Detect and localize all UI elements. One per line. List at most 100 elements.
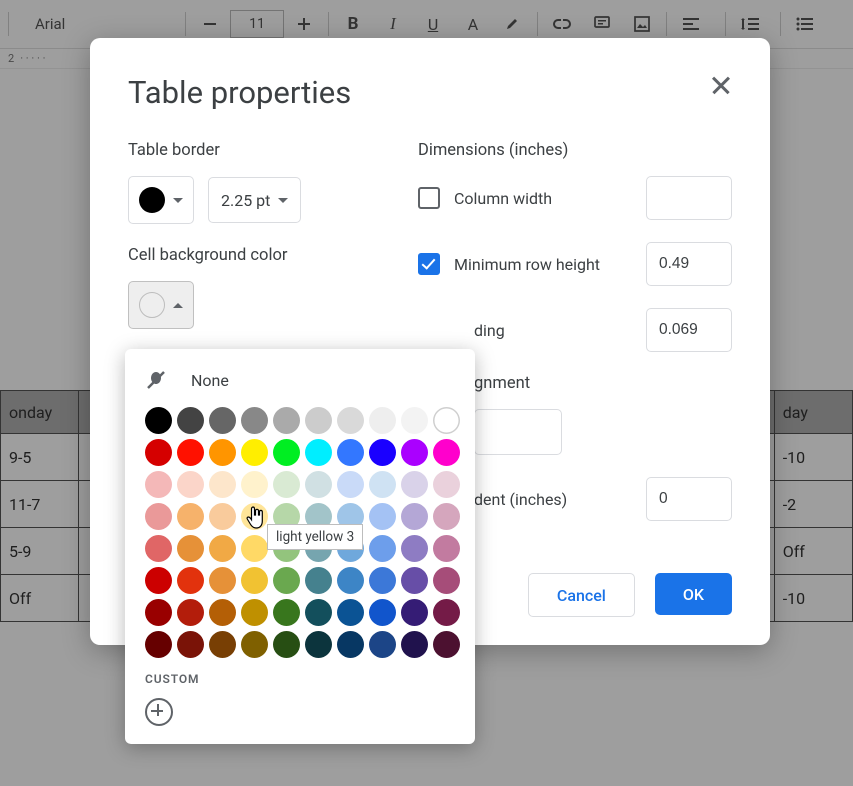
color-swatch[interactable]	[305, 439, 332, 466]
color-swatch[interactable]	[369, 599, 396, 626]
close-icon[interactable]	[708, 72, 736, 100]
color-swatch[interactable]	[401, 599, 428, 626]
color-swatch[interactable]	[369, 439, 396, 466]
color-swatch[interactable]	[433, 439, 460, 466]
cell-bg-color-dropdown[interactable]	[128, 281, 194, 329]
color-swatch[interactable]	[209, 535, 236, 562]
cancel-button[interactable]: Cancel	[528, 573, 635, 617]
cell-bg-swatch	[139, 292, 165, 318]
dialog-title: Table properties	[128, 74, 732, 111]
color-swatch[interactable]	[401, 439, 428, 466]
cursor-icon	[245, 504, 265, 528]
color-tooltip: light yellow 3	[267, 524, 363, 550]
color-swatch[interactable]	[209, 407, 236, 434]
color-swatch[interactable]	[401, 535, 428, 562]
color-swatch[interactable]	[177, 535, 204, 562]
color-swatch[interactable]	[241, 535, 268, 562]
color-swatch[interactable]	[401, 631, 428, 658]
color-swatch[interactable]	[145, 471, 172, 498]
table-border-label: Table border	[128, 141, 378, 160]
color-swatch[interactable]	[433, 567, 460, 594]
color-swatch[interactable]	[337, 599, 364, 626]
color-swatch[interactable]	[369, 567, 396, 594]
color-swatch[interactable]	[177, 599, 204, 626]
color-swatch[interactable]	[337, 407, 364, 434]
add-custom-color-icon[interactable]	[145, 698, 173, 726]
color-swatch[interactable]	[177, 407, 204, 434]
cell-padding-field[interactable]	[646, 308, 732, 352]
color-swatch[interactable]	[209, 599, 236, 626]
color-swatch[interactable]	[401, 503, 428, 530]
color-swatch[interactable]	[433, 503, 460, 530]
color-swatch[interactable]	[177, 503, 204, 530]
color-swatch[interactable]	[369, 471, 396, 498]
color-swatch[interactable]	[273, 631, 300, 658]
indent-field[interactable]	[646, 477, 732, 521]
color-swatch[interactable]	[273, 567, 300, 594]
color-swatch[interactable]	[369, 407, 396, 434]
color-swatch[interactable]	[273, 599, 300, 626]
color-swatch[interactable]	[305, 599, 332, 626]
color-swatch[interactable]	[145, 535, 172, 562]
color-swatch[interactable]	[433, 471, 460, 498]
color-swatch[interactable]	[241, 567, 268, 594]
alignment-label-partial: gnment	[474, 374, 732, 393]
color-swatch[interactable]	[337, 439, 364, 466]
color-swatch[interactable]	[177, 567, 204, 594]
color-swatch[interactable]	[305, 631, 332, 658]
column-width-field[interactable]	[646, 176, 732, 220]
color-swatch[interactable]	[177, 471, 204, 498]
color-swatch[interactable]	[145, 439, 172, 466]
color-swatch[interactable]	[209, 567, 236, 594]
color-swatch[interactable]	[241, 471, 268, 498]
column-width-checkbox[interactable]	[418, 187, 440, 209]
color-swatch[interactable]	[401, 471, 428, 498]
color-swatch[interactable]	[241, 631, 268, 658]
color-swatch[interactable]	[209, 631, 236, 658]
ok-button[interactable]: OK	[655, 573, 732, 615]
color-swatch[interactable]	[273, 471, 300, 498]
row-height-label: Minimum row height	[454, 255, 600, 274]
color-swatch[interactable]	[337, 471, 364, 498]
color-swatch[interactable]	[433, 631, 460, 658]
color-swatch[interactable]	[145, 503, 172, 530]
color-swatch[interactable]	[337, 567, 364, 594]
alignment-dropdown[interactable]	[474, 409, 562, 455]
color-swatch[interactable]	[209, 503, 236, 530]
color-swatch[interactable]	[369, 631, 396, 658]
color-swatch[interactable]	[305, 471, 332, 498]
border-width-value: 2.25 pt	[221, 191, 270, 210]
indent-label-partial: dent (inches)	[474, 490, 567, 509]
cell-padding-label-partial: ding	[474, 321, 505, 340]
color-swatch[interactable]	[369, 503, 396, 530]
color-swatch[interactable]	[241, 439, 268, 466]
color-swatch[interactable]	[145, 567, 172, 594]
color-swatch[interactable]	[337, 631, 364, 658]
color-swatch[interactable]	[145, 599, 172, 626]
color-swatch[interactable]	[241, 599, 268, 626]
border-width-dropdown[interactable]: 2.25 pt	[208, 177, 301, 223]
row-height-checkbox[interactable]	[418, 253, 440, 275]
none-label[interactable]: None	[191, 371, 229, 390]
border-color-swatch	[139, 187, 165, 213]
color-swatch[interactable]	[401, 567, 428, 594]
color-swatch[interactable]	[273, 407, 300, 434]
color-swatch[interactable]	[145, 407, 172, 434]
color-swatch[interactable]	[433, 599, 460, 626]
color-swatch[interactable]	[433, 407, 460, 434]
color-swatch[interactable]	[145, 631, 172, 658]
color-swatch[interactable]	[273, 439, 300, 466]
color-swatch[interactable]	[401, 407, 428, 434]
color-swatch[interactable]	[305, 407, 332, 434]
color-swatch[interactable]	[177, 439, 204, 466]
color-swatch[interactable]	[177, 631, 204, 658]
border-color-dropdown[interactable]	[128, 176, 194, 224]
color-swatch[interactable]	[241, 407, 268, 434]
color-swatch[interactable]	[209, 439, 236, 466]
color-swatch[interactable]	[433, 535, 460, 562]
reset-color-icon[interactable]	[145, 369, 167, 391]
color-swatch[interactable]	[209, 471, 236, 498]
color-swatch[interactable]	[369, 535, 396, 562]
row-height-field[interactable]	[646, 242, 732, 286]
color-swatch[interactable]	[305, 567, 332, 594]
